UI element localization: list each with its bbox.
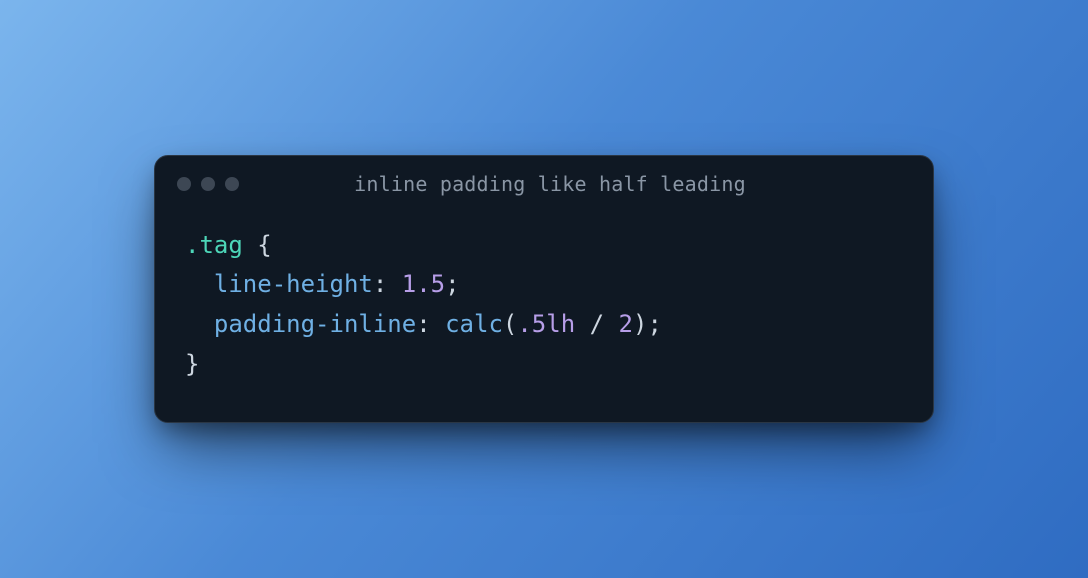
operator: / xyxy=(590,310,604,338)
code-window: inline padding like half leading .tag { … xyxy=(154,155,934,423)
colon: : xyxy=(416,310,430,338)
semicolon: ; xyxy=(445,270,459,298)
css-function: calc xyxy=(445,310,503,338)
css-value: .5 xyxy=(517,310,546,338)
code-block: .tag { line-height: 1.5; padding-inline:… xyxy=(155,204,933,422)
semicolon: ; xyxy=(647,310,661,338)
brace-open: { xyxy=(257,231,271,259)
css-value: 1.5 xyxy=(402,270,445,298)
traffic-lights xyxy=(177,177,239,191)
css-unit: lh xyxy=(546,310,575,338)
paren-open: ( xyxy=(503,310,517,338)
colon: : xyxy=(373,270,387,298)
window-title: inline padding like half leading xyxy=(249,172,911,196)
brace-close: } xyxy=(185,350,199,378)
css-property: line-height xyxy=(214,270,373,298)
minimize-icon[interactable] xyxy=(201,177,215,191)
css-value: 2 xyxy=(619,310,633,338)
css-property: padding-inline xyxy=(214,310,416,338)
maximize-icon[interactable] xyxy=(225,177,239,191)
close-icon[interactable] xyxy=(177,177,191,191)
css-selector: .tag xyxy=(185,231,243,259)
titlebar: inline padding like half leading xyxy=(155,156,933,204)
paren-close: ) xyxy=(633,310,647,338)
